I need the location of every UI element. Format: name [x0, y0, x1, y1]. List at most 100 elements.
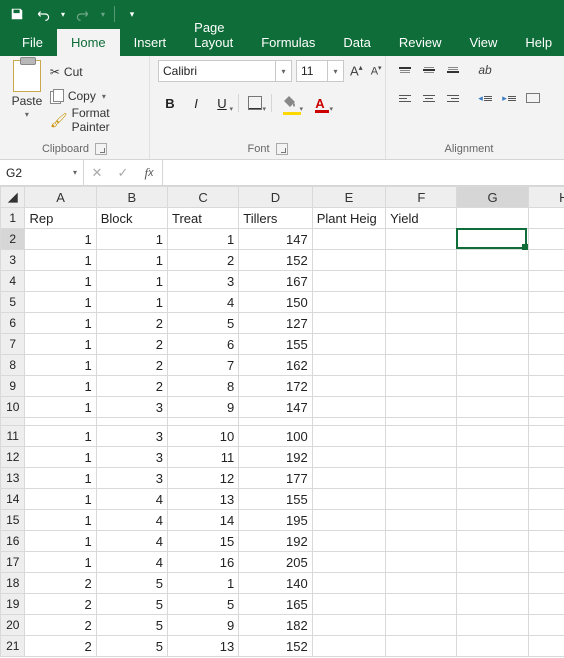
cell[interactable] [312, 355, 385, 376]
column-header-B[interactable]: B [96, 187, 167, 208]
cell[interactable] [457, 334, 528, 355]
cell[interactable] [312, 334, 385, 355]
chevron-down-icon[interactable]: ▾ [328, 60, 344, 82]
cell[interactable] [312, 531, 385, 552]
cell[interactable]: Tillers [239, 208, 312, 229]
cell[interactable] [312, 573, 385, 594]
row-header[interactable]: 19 [1, 594, 25, 615]
cell[interactable]: 1 [25, 397, 96, 418]
cell[interactable]: 3 [96, 447, 167, 468]
cell[interactable]: 1 [25, 552, 96, 573]
qat-customize-icon[interactable]: ▾ [121, 3, 143, 25]
cell[interactable] [386, 271, 457, 292]
cell[interactable] [457, 468, 528, 489]
row-header[interactable]: 13 [1, 468, 25, 489]
cell[interactable]: 4 [96, 531, 167, 552]
cell[interactable] [457, 292, 528, 313]
align-center-button[interactable] [418, 88, 440, 108]
enter-formula-button[interactable]: ✓ [110, 165, 136, 181]
cell[interactable]: 1 [25, 426, 96, 447]
cell[interactable]: 1 [25, 468, 96, 489]
cell[interactable]: 13 [167, 489, 238, 510]
cell[interactable]: 11 [167, 447, 238, 468]
cell[interactable]: 152 [239, 636, 312, 657]
cell[interactable]: 167 [239, 271, 312, 292]
merge-button[interactable] [522, 88, 544, 108]
cell[interactable]: 1 [96, 229, 167, 250]
cell[interactable] [528, 615, 564, 636]
cell[interactable]: 2 [25, 636, 96, 657]
chevron-down-icon[interactable]: ▾ [276, 60, 292, 82]
row-header[interactable]: 17 [1, 552, 25, 573]
cell[interactable] [312, 426, 385, 447]
cell[interactable]: 150 [239, 292, 312, 313]
cell[interactable]: 3 [96, 468, 167, 489]
cell[interactable]: 1 [25, 250, 96, 271]
redo-icon[interactable] [72, 3, 94, 25]
row-header[interactable]: 21 [1, 636, 25, 657]
cell[interactable]: 195 [239, 510, 312, 531]
row-header[interactable]: 1 [1, 208, 25, 229]
cell[interactable] [528, 552, 564, 573]
column-header-A[interactable]: A [25, 187, 96, 208]
row-header[interactable]: 11 [1, 426, 25, 447]
cell[interactable]: 6 [167, 334, 238, 355]
cell[interactable]: 12 [167, 468, 238, 489]
column-header-E[interactable]: E [312, 187, 385, 208]
cell[interactable]: 1 [167, 229, 238, 250]
cut-button[interactable]: ✂ Cut [50, 62, 141, 82]
cell[interactable] [386, 292, 457, 313]
column-header-C[interactable]: C [167, 187, 238, 208]
cell[interactable]: Yield [386, 208, 457, 229]
italic-button[interactable]: I [184, 92, 208, 114]
cell[interactable] [457, 376, 528, 397]
align-right-button[interactable] [442, 88, 464, 108]
cell[interactable] [528, 468, 564, 489]
font-size-value[interactable]: 11 [296, 60, 328, 82]
tab-view[interactable]: View [455, 29, 511, 56]
cell[interactable]: 1 [25, 376, 96, 397]
cell[interactable]: 1 [25, 355, 96, 376]
cell[interactable]: 2 [25, 594, 96, 615]
cell[interactable]: 152 [239, 250, 312, 271]
row-header[interactable]: 6 [1, 313, 25, 334]
cell[interactable] [312, 615, 385, 636]
cell[interactable] [528, 531, 564, 552]
cell[interactable]: 177 [239, 468, 312, 489]
row-header[interactable]: 3 [1, 250, 25, 271]
cell[interactable] [457, 271, 528, 292]
cell[interactable] [312, 468, 385, 489]
row-header[interactable]: 5 [1, 292, 25, 313]
cell[interactable]: 182 [239, 615, 312, 636]
cell[interactable] [386, 229, 457, 250]
cell[interactable] [312, 510, 385, 531]
cell[interactable]: 1 [25, 489, 96, 510]
cell[interactable] [386, 397, 457, 418]
cell[interactable]: 1 [25, 447, 96, 468]
align-left-button[interactable] [394, 88, 416, 108]
align-top-button[interactable] [394, 60, 416, 80]
font-size-combo[interactable]: 11 ▾ [296, 60, 344, 82]
tab-page-layout[interactable]: Page Layout [180, 14, 247, 56]
cell[interactable]: 1 [25, 531, 96, 552]
cell[interactable] [528, 426, 564, 447]
cell[interactable]: 2 [96, 334, 167, 355]
cell[interactable] [386, 250, 457, 271]
row-header[interactable]: 18 [1, 573, 25, 594]
cell[interactable]: 9 [167, 615, 238, 636]
cell[interactable] [528, 376, 564, 397]
cell[interactable] [312, 636, 385, 657]
cell[interactable] [528, 636, 564, 657]
cancel-formula-button[interactable]: ✕ [84, 165, 110, 181]
cell[interactable] [457, 489, 528, 510]
cell[interactable] [457, 615, 528, 636]
cell[interactable] [312, 447, 385, 468]
cell[interactable]: 2 [96, 313, 167, 334]
row-header[interactable]: 10 [1, 397, 25, 418]
cell[interactable] [457, 552, 528, 573]
cell[interactable] [457, 250, 528, 271]
cell[interactable]: 2 [167, 250, 238, 271]
cell[interactable]: 1 [25, 334, 96, 355]
font-name-combo[interactable]: Calibri ▾ [158, 60, 292, 82]
tab-file[interactable]: File [8, 29, 57, 56]
